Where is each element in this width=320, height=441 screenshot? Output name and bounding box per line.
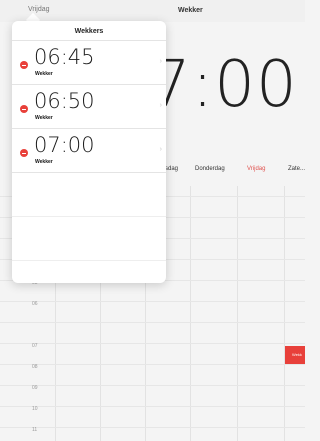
delete-icon[interactable] <box>20 149 28 157</box>
chevron-right-icon: › <box>159 102 162 109</box>
calendar-day-headers: ...sdag Donderdag Vrijdag Zate... <box>150 166 305 180</box>
alarms-popover: Wekkers 06:45 Wekker › 06:50 Wekker › 07… <box>12 21 166 283</box>
event-label: Wekk <box>292 352 302 357</box>
empty-list-row <box>12 217 166 261</box>
alarm-time: 07:00 <box>34 133 95 157</box>
alarm-row[interactable]: 06:50 Wekker › <box>12 85 166 129</box>
grid-column-line <box>190 186 191 441</box>
hour-label: 11 <box>32 427 38 433</box>
day-header[interactable]: Zate... <box>288 166 305 172</box>
hour-line <box>0 427 305 428</box>
large-clock-display: 7:00 <box>150 48 298 122</box>
hour-line <box>0 406 305 407</box>
delete-icon[interactable] <box>20 105 28 113</box>
alarm-row[interactable]: 07:00 Wekker › <box>12 129 166 173</box>
hour-label: 06 <box>32 301 38 307</box>
chevron-right-icon: › <box>159 58 162 65</box>
empty-list-row <box>12 173 166 217</box>
hour-label: 09 <box>32 385 38 391</box>
popover-title: Wekkers <box>12 21 166 41</box>
hour-label: 07 <box>32 343 38 349</box>
app-title: Wekker <box>178 7 203 14</box>
hour-line <box>0 385 305 386</box>
alarm-row[interactable]: 06:45 Wekker › <box>12 41 166 85</box>
alarm-label: Wekker <box>35 159 53 165</box>
grid-column-line <box>284 186 285 441</box>
hour-line <box>0 322 305 323</box>
calendar-event[interactable]: Wekk <box>285 346 305 364</box>
day-header-today[interactable]: Vrijdag <box>247 166 265 172</box>
alarm-time: 06:45 <box>34 45 95 69</box>
alarm-label: Wekker <box>35 115 53 121</box>
hour-label: 08 <box>32 364 38 370</box>
chevron-right-icon: › <box>159 146 162 153</box>
hour-line <box>0 301 305 302</box>
grid-column-line <box>237 186 238 441</box>
hour-label: 10 <box>32 406 38 412</box>
back-button[interactable]: Vrijdag <box>28 6 50 13</box>
alarm-label: Wekker <box>35 71 53 77</box>
hour-line <box>0 343 305 344</box>
day-header[interactable]: Donderdag <box>195 166 225 172</box>
delete-icon[interactable] <box>20 61 28 69</box>
alarm-time: 06:50 <box>34 89 95 113</box>
hour-line <box>0 364 305 365</box>
top-bar: Vrijdag Wekker <box>0 0 305 22</box>
